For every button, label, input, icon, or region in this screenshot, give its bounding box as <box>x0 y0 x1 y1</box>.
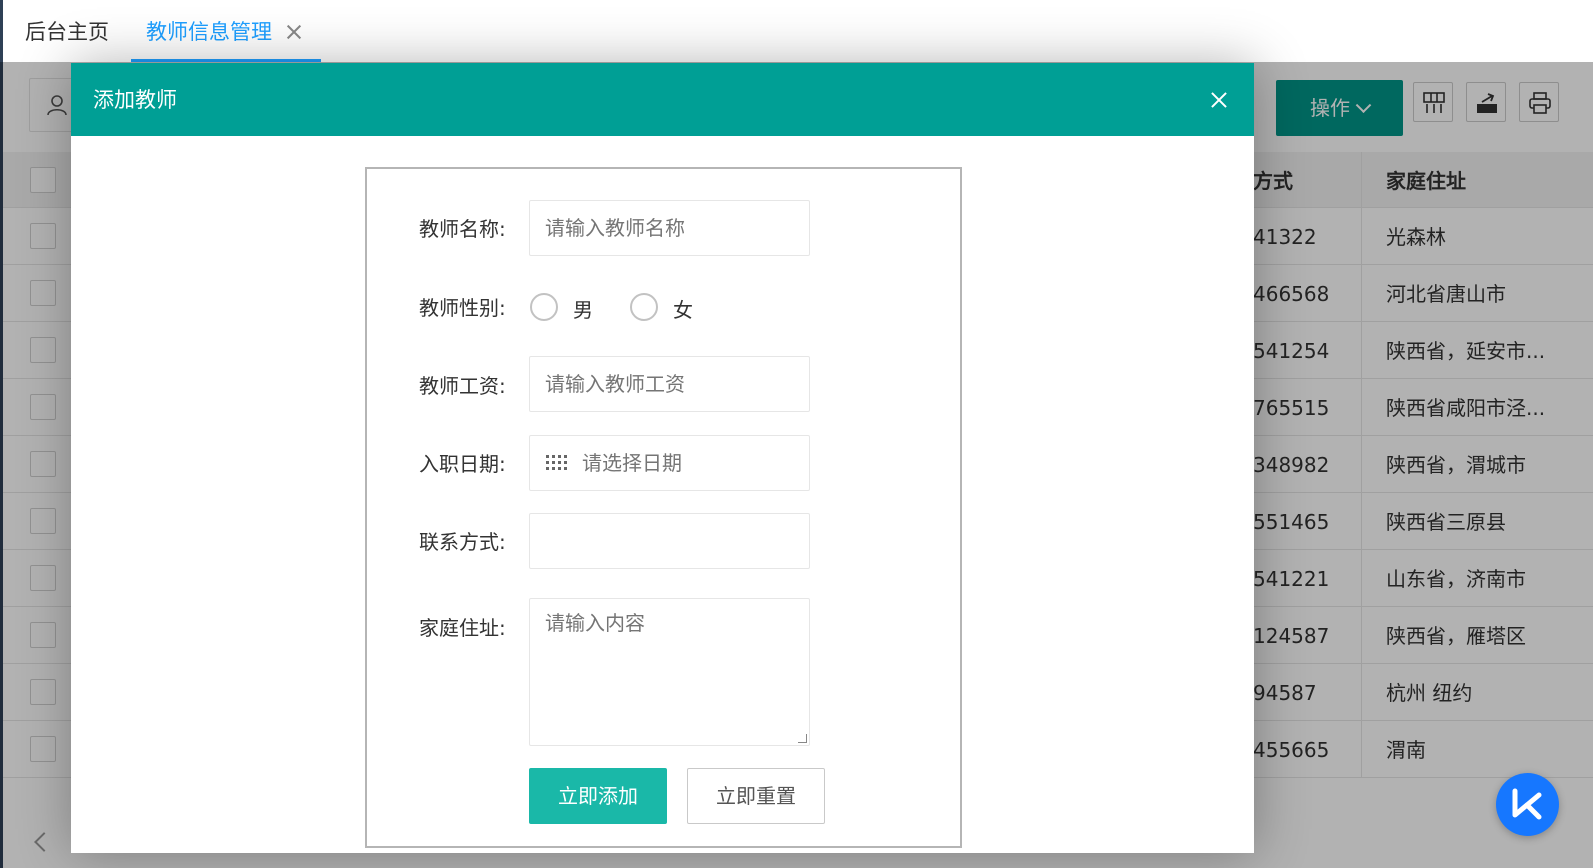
address-placeholder: 请输入内容 <box>545 611 645 635</box>
teacher-salary-label: 教师工资: <box>419 374 506 398</box>
hire-date-picker[interactable]: 请选择日期 <box>529 435 810 491</box>
resize-handle-icon[interactable] <box>798 734 807 743</box>
tab-bar: 后台主页 教师信息管理 <box>0 0 1593 62</box>
contact-input[interactable] <box>529 513 810 569</box>
gender-female-label[interactable]: 女 <box>673 294 693 323</box>
hire-date-label: 入职日期: <box>419 452 506 476</box>
close-icon[interactable] <box>1209 89 1231 111</box>
reset-button[interactable]: 立即重置 <box>687 768 825 824</box>
teacher-name-label: 教师名称: <box>419 217 506 241</box>
teacher-gender-label: 教师性别: <box>419 296 506 320</box>
dialog-header: 添加教师 <box>71 63 1254 136</box>
date-placeholder: 请选择日期 <box>582 451 682 475</box>
dialog-title: 添加教师 <box>93 88 177 112</box>
add-teacher-dialog: 添加教师 教师名称: 请输入教师名称 教师性别: 男 女 教师工资: 请输入教师… <box>71 63 1254 853</box>
gender-male-label[interactable]: 男 <box>573 294 593 323</box>
submit-button[interactable]: 立即添加 <box>529 768 667 824</box>
teacher-name-input[interactable]: 请输入教师名称 <box>529 200 810 256</box>
gender-female-radio[interactable] <box>630 293 658 321</box>
tab-home[interactable]: 后台主页 <box>25 0 109 62</box>
address-label: 家庭住址: <box>419 616 506 640</box>
close-icon[interactable] <box>283 0 305 62</box>
tab-label: 教师信息管理 <box>146 20 272 44</box>
assistant-float-button[interactable] <box>1496 773 1559 836</box>
contact-label: 联系方式: <box>419 530 506 554</box>
add-teacher-form: 教师名称: 请输入教师名称 教师性别: 男 女 教师工资: 请输入教师工资 入职… <box>365 167 962 848</box>
gender-male-radio[interactable] <box>530 293 558 321</box>
teacher-salary-input[interactable]: 请输入教师工资 <box>529 356 810 412</box>
address-textarea[interactable]: 请输入内容 <box>529 598 810 746</box>
assistant-logo-icon <box>1512 788 1542 820</box>
tab-teacher-management[interactable]: 教师信息管理 <box>131 0 321 62</box>
calendar-icon <box>546 455 567 470</box>
